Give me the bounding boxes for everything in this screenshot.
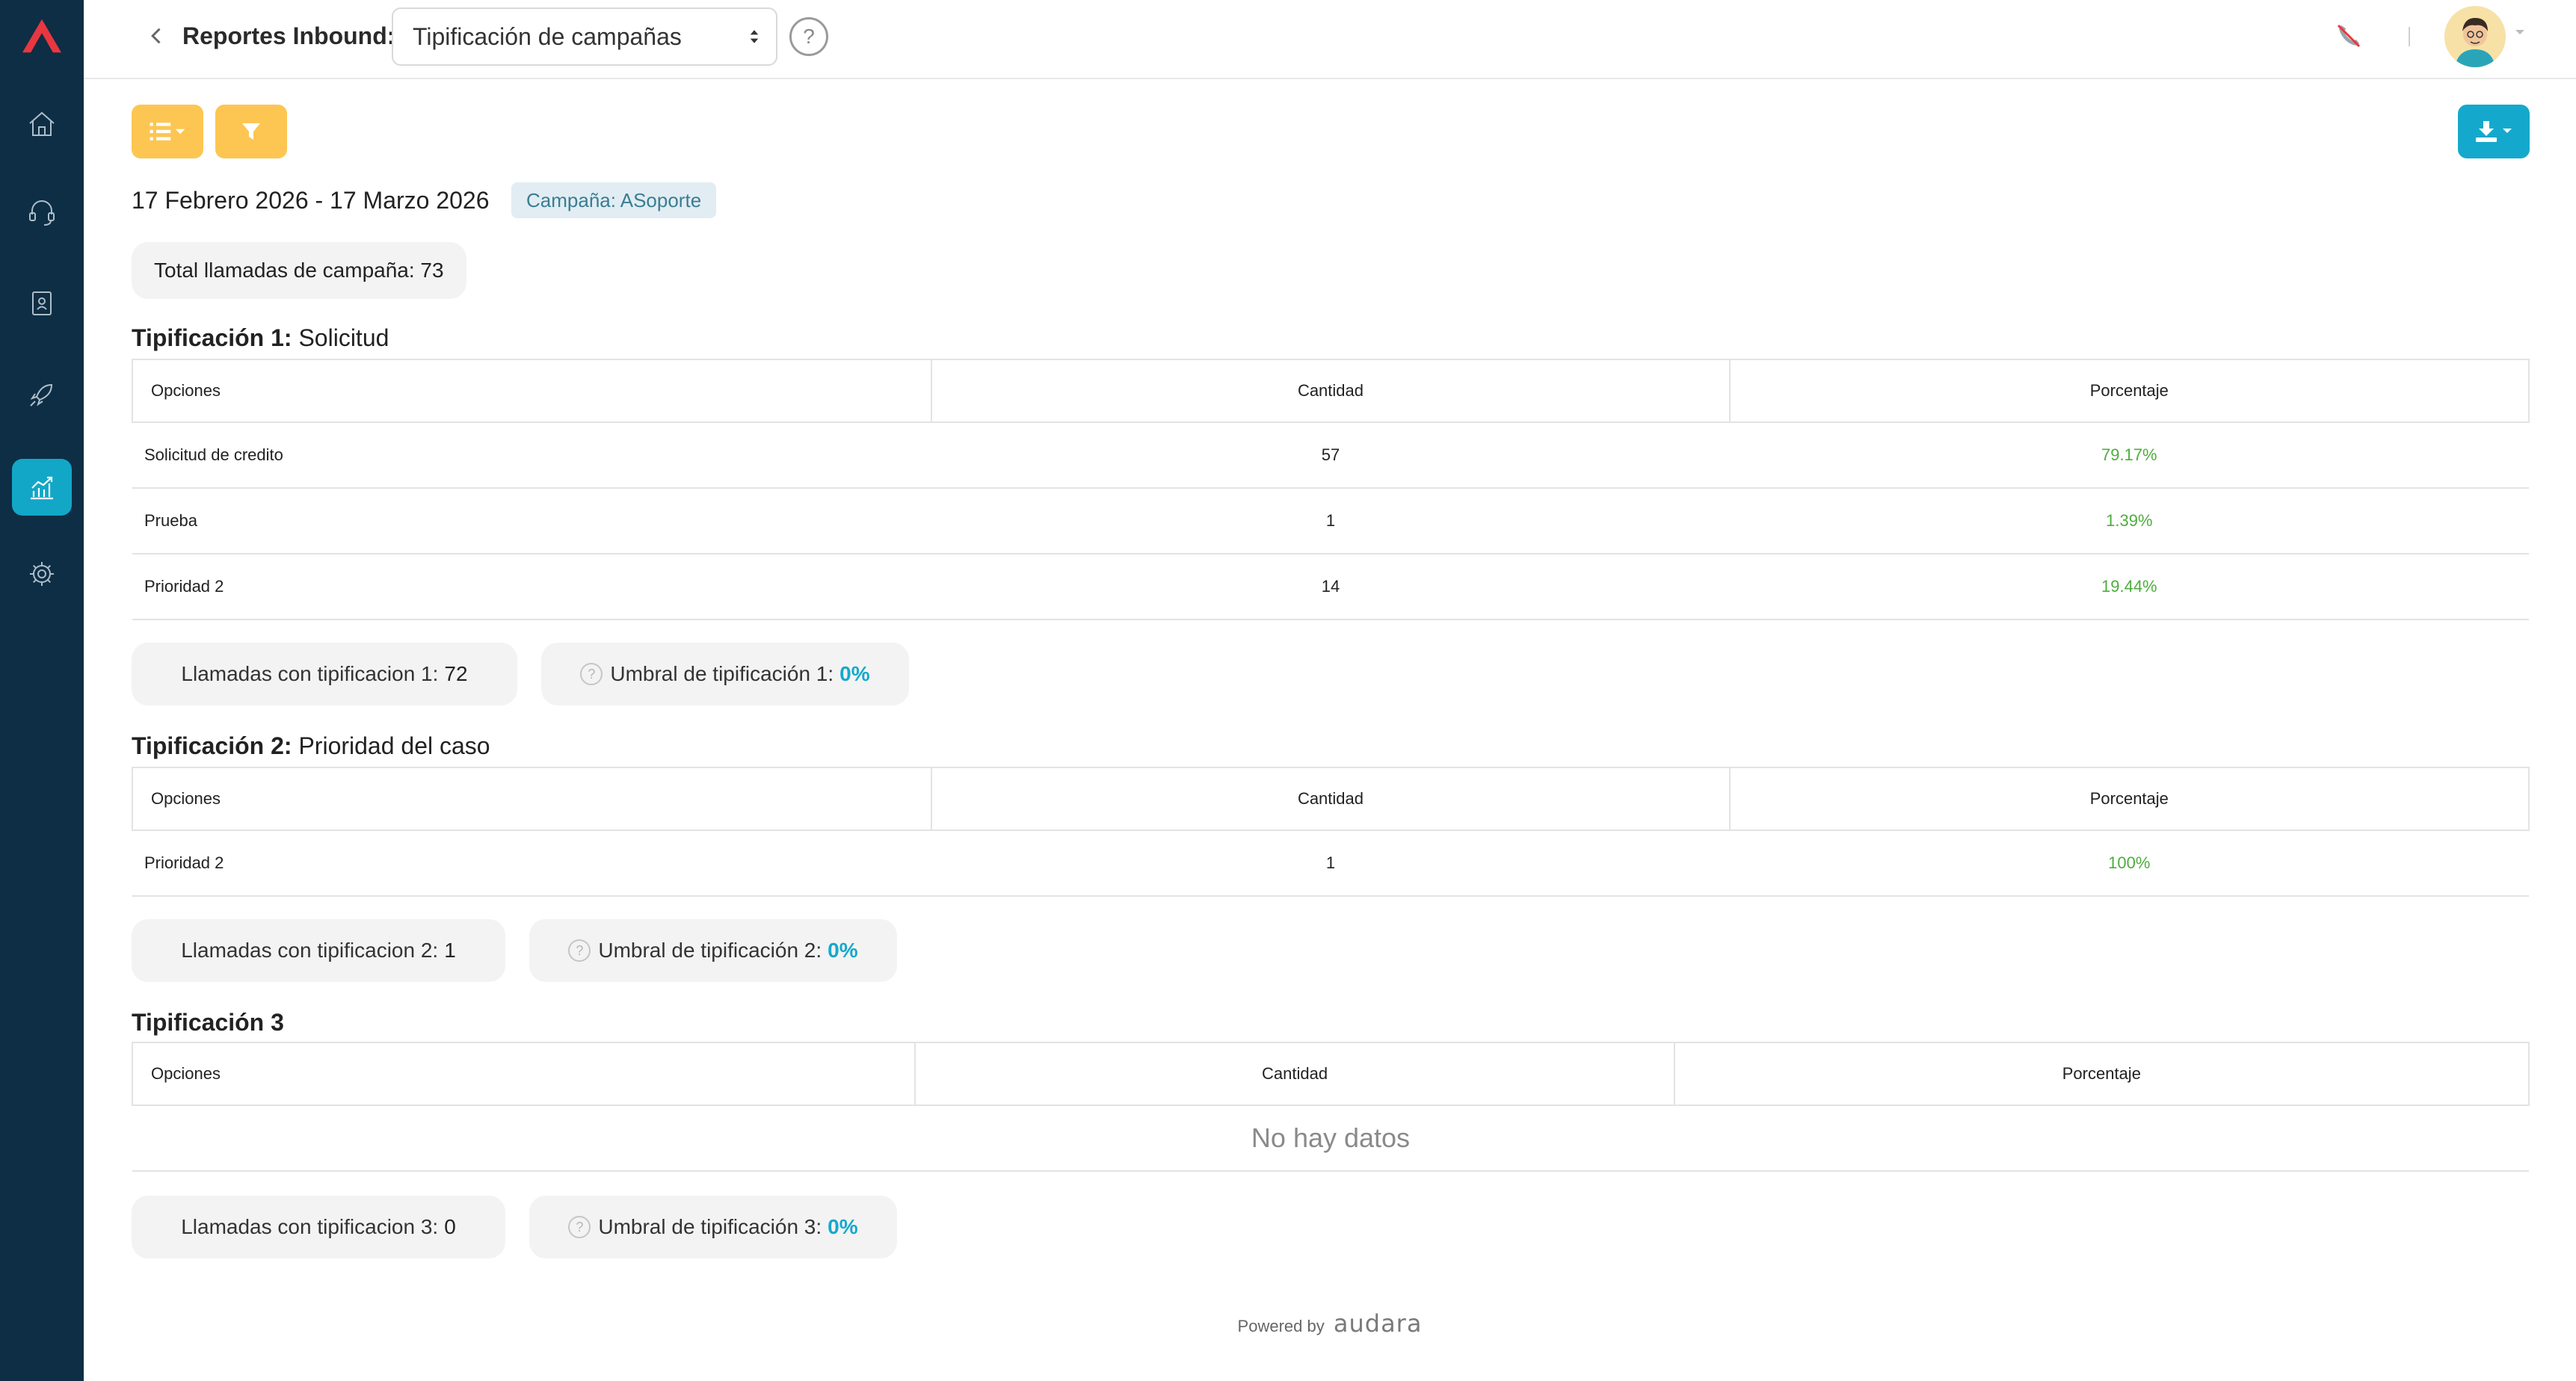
report-select-value: Tipificación de campañas	[413, 22, 682, 50]
help-icon[interactable]: ?	[568, 1216, 591, 1238]
calls-value: 0	[444, 1215, 456, 1238]
threshold-value: 0%	[828, 939, 858, 962]
report-type-select[interactable]: Tipificación de campañas	[392, 7, 777, 66]
top-header: Reportes Inbound: Tipificación de campañ…	[84, 0, 2576, 79]
section-title-t2: Tipificación 2: Prioridad del caso	[132, 732, 490, 760]
help-button[interactable]: ?	[789, 17, 828, 56]
cell-percent: 100%	[1729, 830, 2529, 897]
table-t1: Opciones Cantidad Porcentaje Solicitud d…	[131, 359, 2530, 620]
cell-percent: 79.17%	[1729, 422, 2529, 489]
app-logo[interactable]	[18, 15, 66, 57]
table-row: Solicitud de credito 57 79.17%	[132, 422, 2529, 489]
cell-percent: 19.44%	[1729, 554, 2529, 620]
cell-quantity: 57	[931, 422, 1730, 489]
cell-quantity: 1	[931, 830, 1730, 897]
calls-label: Llamadas con tipificacion 1:	[181, 662, 439, 685]
calls-value: 1	[444, 939, 456, 962]
calls-count-t3: Llamadas con tipificacion 3: 0	[132, 1196, 505, 1258]
rocket-icon	[30, 383, 53, 407]
sidebar-item-home[interactable]	[12, 96, 72, 152]
column-header-options[interactable]: Opciones	[131, 1042, 916, 1106]
column-header-percent[interactable]: Porcentaje	[1728, 767, 2530, 831]
calls-label: Llamadas con tipificacion 2:	[181, 939, 439, 962]
filter-icon	[242, 123, 260, 140]
chevron-left-icon	[151, 28, 161, 44]
campaign-tag: Campaña: ASoporte	[511, 182, 717, 218]
table-row: No hay datos	[132, 1105, 2529, 1172]
column-header-quantity[interactable]: Cantidad	[931, 359, 1731, 423]
threshold-label: Umbral de tipificación 2:	[598, 939, 822, 962]
filter-button[interactable]	[215, 105, 287, 158]
column-header-percent[interactable]: Porcentaje	[1728, 359, 2530, 423]
column-header-quantity[interactable]: Cantidad	[914, 1042, 1675, 1106]
logo-icon	[22, 19, 61, 53]
total-calls-badge: Total llamadas de campaña: 73	[132, 242, 466, 299]
list-icon	[150, 123, 185, 140]
download-button[interactable]	[2458, 105, 2530, 158]
threshold-label: Umbral de tipificación 1:	[610, 662, 834, 685]
sidebar	[0, 0, 84, 1381]
sidebar-item-contacts[interactable]	[12, 275, 72, 332]
cell-quantity: 14	[931, 554, 1730, 620]
calls-label: Llamadas con tipificacion 3:	[181, 1215, 439, 1238]
address-book-icon	[32, 291, 52, 315]
help-icon[interactable]: ?	[568, 939, 591, 962]
calls-value: 72	[444, 662, 468, 685]
section-title-t3: Tipificación 3	[132, 1009, 284, 1036]
column-options-button[interactable]	[132, 105, 203, 158]
cell-quantity: 1	[931, 488, 1730, 554]
brand-logo: audara	[1333, 1309, 1423, 1338]
table-t2: Opciones Cantidad Porcentaje Prioridad 2…	[131, 767, 2530, 897]
section-title-name: Solicitud	[292, 324, 389, 351]
home-icon	[29, 111, 55, 136]
download-icon	[2476, 121, 2512, 142]
section-title-label: Tipificación 2:	[132, 732, 292, 759]
powered-by-label: Powered by	[1237, 1317, 1325, 1335]
calls-count-t1: Llamadas con tipificacion 1: 72	[132, 643, 517, 705]
column-header-percent[interactable]: Porcentaje	[1673, 1042, 2530, 1106]
sidebar-item-settings[interactable]	[12, 546, 72, 602]
user-avatar[interactable]	[2444, 6, 2506, 67]
help-icon[interactable]: ?	[580, 663, 603, 685]
table-row: Prioridad 2 14 19.44%	[132, 554, 2529, 620]
threshold-t2: ? Umbral de tipificación 2: 0%	[529, 919, 897, 982]
section-title-name: Prioridad del caso	[292, 732, 490, 759]
section-title-t1: Tipificación 1: Solicitud	[132, 324, 389, 352]
table-t3: Opciones Cantidad Porcentaje No hay dato…	[131, 1042, 2530, 1172]
sidebar-item-agents[interactable]	[12, 184, 72, 241]
table-row: Prioridad 2 1 100%	[132, 830, 2529, 897]
sidebar-item-reports[interactable]	[12, 459, 72, 516]
threshold-value: 0%	[839, 662, 870, 685]
select-arrows-icon	[750, 30, 759, 43]
column-header-options[interactable]: Opciones	[131, 359, 933, 423]
threshold-t1: ? Umbral de tipificación 1: 0%	[541, 643, 909, 705]
table-row: Prueba 1 1.39%	[132, 488, 2529, 554]
cell-option: Prioridad 2	[132, 830, 932, 897]
avatar-icon	[2444, 6, 2506, 67]
cell-option: Solicitud de credito	[132, 422, 932, 489]
threshold-label: Umbral de tipificación 3:	[598, 1215, 822, 1238]
calls-count-t2: Llamadas con tipificacion 2: 1	[132, 919, 505, 982]
cell-percent: 1.39%	[1729, 488, 2529, 554]
threshold-value: 0%	[828, 1215, 858, 1238]
threshold-t3: ? Umbral de tipificación 3: 0%	[529, 1196, 897, 1258]
headset-icon	[29, 200, 55, 226]
header-divider	[2409, 27, 2410, 46]
page-title: Reportes Inbound:	[182, 22, 395, 49]
chevron-down-icon[interactable]	[2515, 28, 2525, 36]
section-title-label: Tipificación 3	[132, 1009, 284, 1036]
chart-icon	[31, 476, 53, 500]
column-header-options[interactable]: Opciones	[131, 767, 933, 831]
sidebar-item-campaigns[interactable]	[12, 366, 72, 423]
empty-state: No hay datos	[132, 1105, 2529, 1172]
cell-option: Prioridad 2	[132, 554, 932, 620]
column-header-quantity[interactable]: Cantidad	[931, 767, 1731, 831]
section-title-label: Tipificación 1:	[132, 324, 292, 351]
gear-icon	[30, 562, 54, 586]
footer: Powered by audara	[0, 1309, 2576, 1338]
cell-option: Prueba	[132, 488, 932, 554]
date-range: 17 Febrero 2026 - 17 Marzo 2026	[132, 187, 490, 214]
back-button[interactable]	[142, 21, 172, 51]
phone-off-icon[interactable]	[2334, 21, 2364, 51]
